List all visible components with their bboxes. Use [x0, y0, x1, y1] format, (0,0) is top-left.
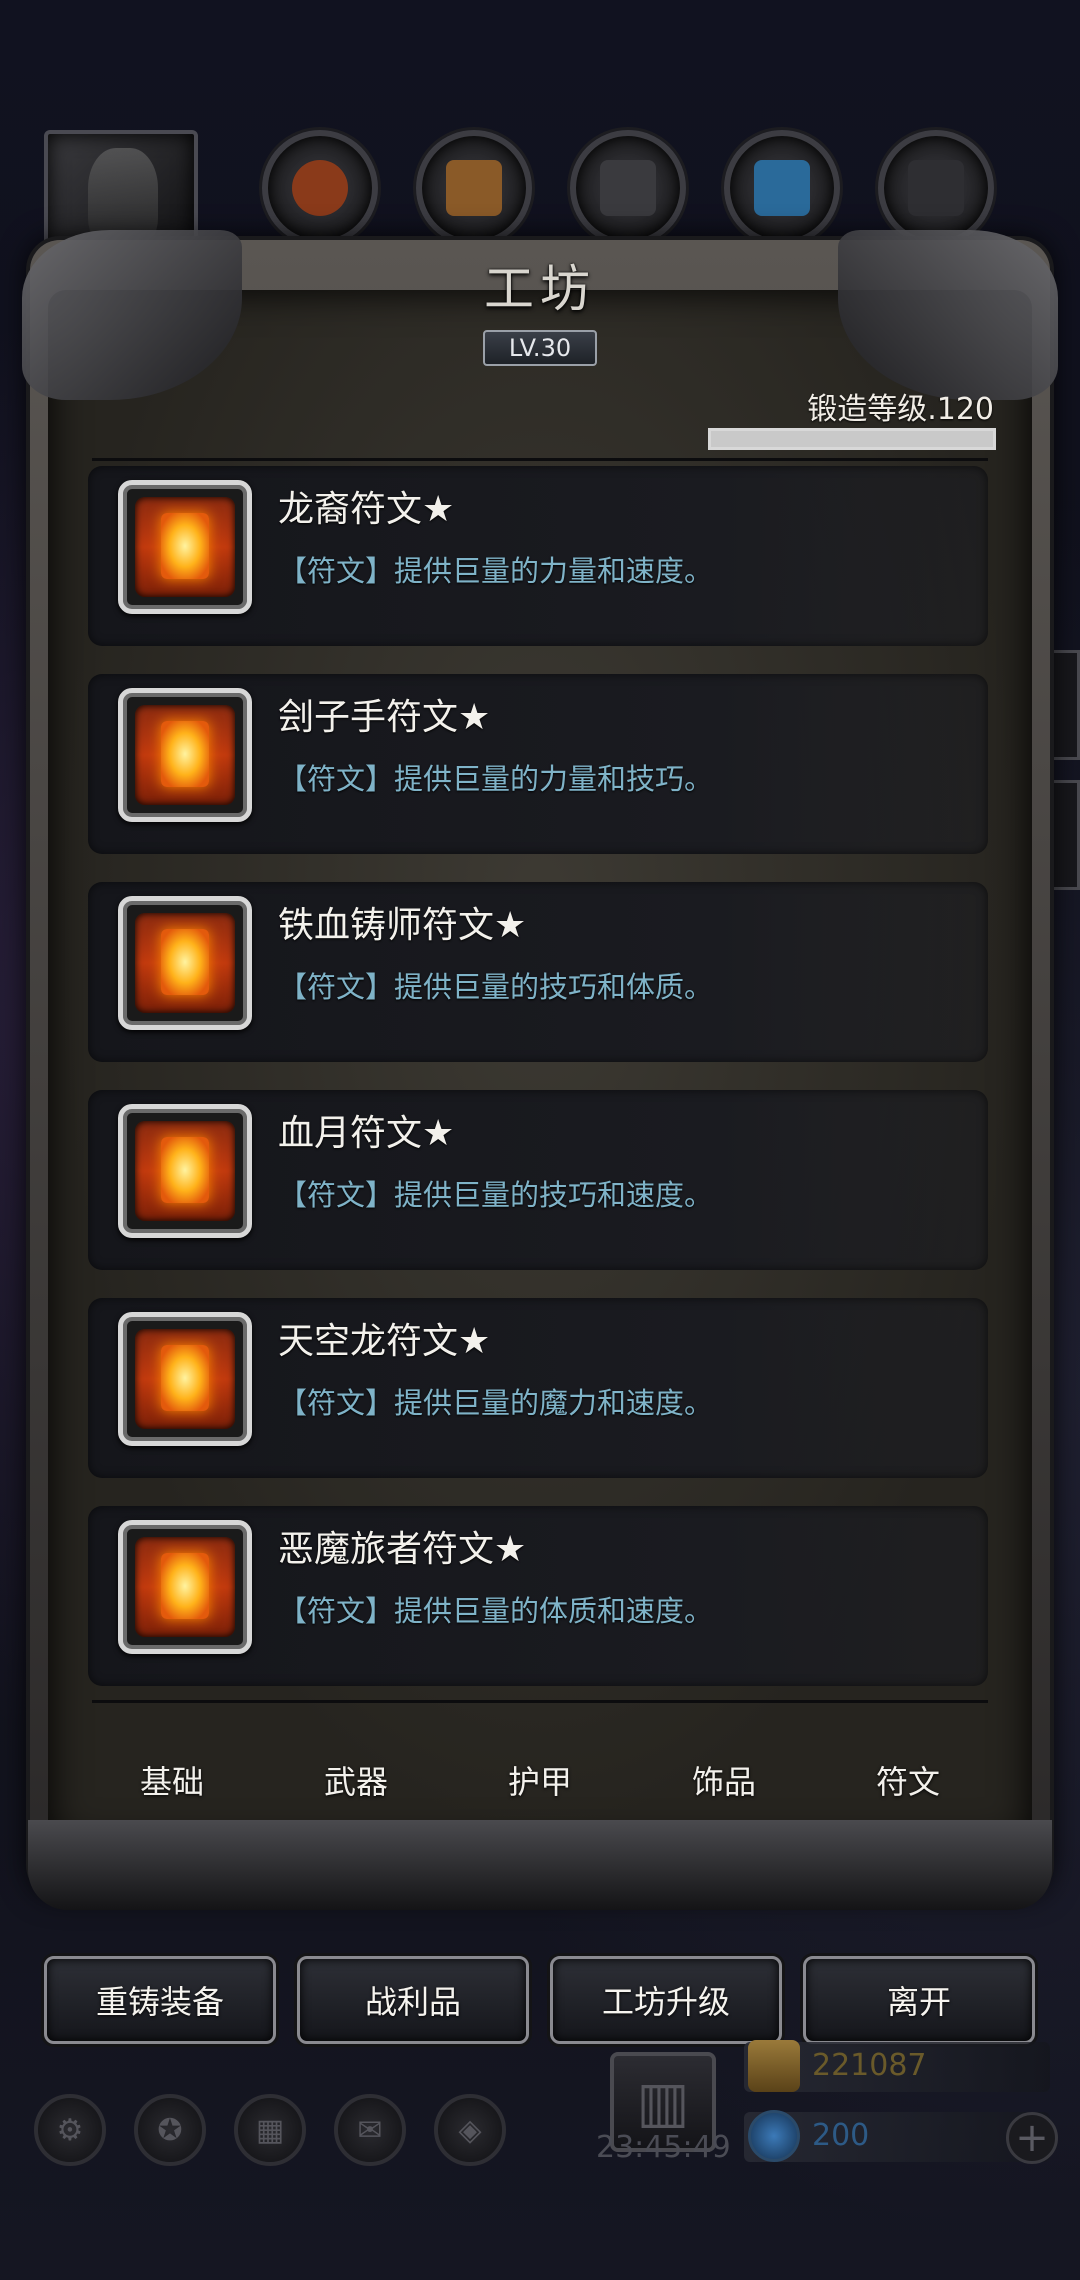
rune-name: 血月符文★ [278, 1113, 455, 1154]
list-item[interactable]: 血月符文★ 【符文】提供巨量的技巧和速度。 [88, 1090, 988, 1270]
gift-timer: 23:45:49 [596, 2130, 731, 2165]
workshop-upgrade-button[interactable]: 工坊升级 [550, 1956, 782, 2044]
gold-icon [748, 2040, 800, 2092]
rune-name: 天空龙符文★ [278, 1321, 491, 1362]
page-title: 工坊 [484, 260, 596, 318]
rune-description: 【符文】提供巨量的力量和技巧。 [278, 762, 714, 796]
forge-progress-bar [708, 428, 996, 450]
tab-rune[interactable]: 符文 [816, 1740, 1000, 1820]
list-item[interactable]: 刽子手符文★ 【符文】提供巨量的力量和技巧。 [88, 674, 988, 854]
rune-description: 【符文】提供巨量的体质和速度。 [278, 1594, 714, 1628]
rune-icon [118, 1312, 252, 1446]
rune-icon [118, 688, 252, 822]
meat-slot[interactable] [262, 130, 378, 246]
forge-level-label: 锻造等级.120 [807, 392, 994, 427]
steel-icon [908, 160, 964, 216]
iron-slot[interactable] [570, 130, 686, 246]
category-tabs: 基础 武器 护甲 饰品 符文 [80, 1740, 1000, 1820]
rune-name: 龙裔符文★ [278, 489, 455, 530]
rune-name: 刽子手符文★ [278, 697, 491, 738]
reforge-equipment-button[interactable]: 重铸装备 [44, 1956, 276, 2044]
bag-icon[interactable]: ◈ [434, 2094, 506, 2166]
meat-icon [292, 160, 348, 216]
wood-slot[interactable] [416, 130, 532, 246]
loot-button[interactable]: 战利品 [297, 1956, 529, 2044]
rune-icon [118, 1104, 252, 1238]
list-top-divider [92, 458, 988, 461]
rune-list[interactable]: 龙裔符文★ 【符文】提供巨量的力量和速度。 刽子手符文★ 【符文】提供巨量的力量… [88, 466, 988, 1692]
list-item[interactable]: 龙裔符文★ 【符文】提供巨量的力量和速度。 [88, 466, 988, 646]
gem-amount: 200 [812, 2118, 870, 2153]
gem-icon [748, 2110, 800, 2162]
list-item[interactable]: 天空龙符文★ 【符文】提供巨量的魔力和速度。 [88, 1298, 988, 1478]
crystal-icon [754, 160, 810, 216]
workshop-level-badge: LV.30 [483, 330, 597, 366]
title-plate: 工坊 [460, 245, 620, 325]
mail-icon[interactable]: ✉ [334, 2094, 406, 2166]
rune-name: 恶魔旅者符文★ [278, 1529, 527, 1570]
tab-armor[interactable]: 护甲 [448, 1740, 632, 1820]
crystal-slot[interactable] [724, 130, 840, 246]
steel-slot[interactable] [878, 130, 994, 246]
leave-button[interactable]: 离开 [803, 1956, 1035, 2044]
gold-amount: 221087 [812, 2048, 927, 2083]
tab-basic[interactable]: 基础 [80, 1740, 264, 1820]
list-bottom-divider [92, 1700, 988, 1703]
forge-progress-fill [711, 431, 993, 447]
add-gems-button[interactable]: + [1006, 2112, 1058, 2164]
list-item[interactable]: 铁血铸师符文★ 【符文】提供巨量的技巧和体质。 [88, 882, 988, 1062]
achievement-icon[interactable]: ✪ [134, 2094, 206, 2166]
panel-bottom-ornament [28, 1820, 1052, 1910]
rune-description: 【符文】提供巨量的技巧和体质。 [278, 970, 714, 1004]
rune-icon [118, 480, 252, 614]
rune-description: 【符文】提供巨量的技巧和速度。 [278, 1178, 714, 1212]
iron-icon [600, 160, 656, 216]
rune-icon [118, 1520, 252, 1654]
rune-description: 【符文】提供巨量的力量和速度。 [278, 554, 714, 588]
wood-icon [446, 160, 502, 216]
rune-description: 【符文】提供巨量的魔力和速度。 [278, 1386, 714, 1420]
settings-icon[interactable]: ⚙ [34, 2094, 106, 2166]
list-item[interactable]: 恶魔旅者符文★ 【符文】提供巨量的体质和速度。 [88, 1506, 988, 1686]
codex-icon[interactable]: ▦ [234, 2094, 306, 2166]
rune-name: 铁血铸师符文★ [278, 905, 527, 946]
tab-weapon[interactable]: 武器 [264, 1740, 448, 1820]
rune-icon [118, 896, 252, 1030]
tab-accessory[interactable]: 饰品 [632, 1740, 816, 1820]
